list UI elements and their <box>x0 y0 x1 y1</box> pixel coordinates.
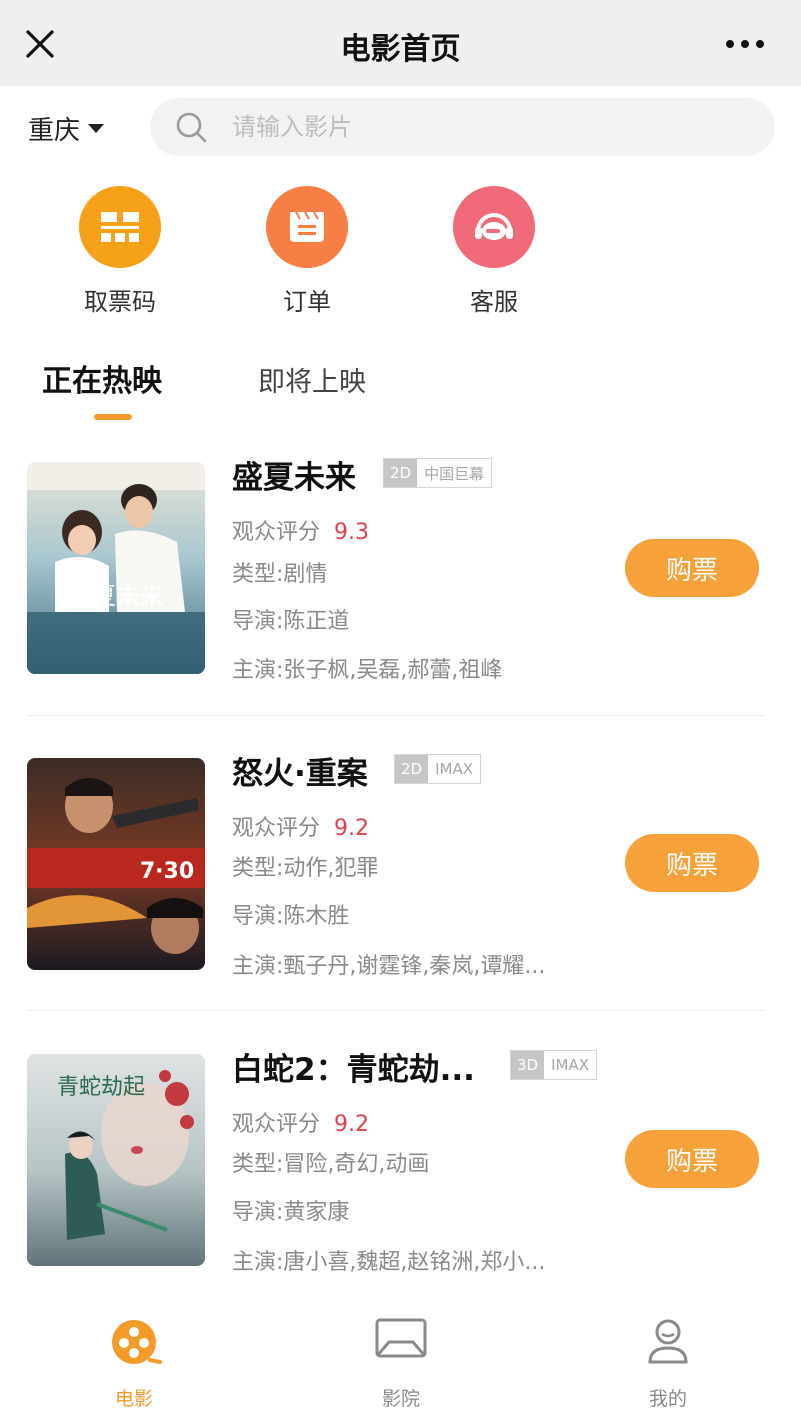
format-tag: IMAX <box>435 760 473 778</box>
city-label: 重庆 <box>28 115 81 146</box>
nav-label-movies: 电影 <box>114 1388 153 1408</box>
more-dots-icon[interactable] <box>725 38 765 50</box>
page-title: 电影首页 <box>340 32 461 67</box>
rating-score: 9.2 <box>334 816 370 841</box>
user-profile-icon <box>648 1319 688 1364</box>
list-divider <box>27 715 765 716</box>
buy-ticket-button[interactable]: 购票 <box>625 834 759 892</box>
buy-ticket-button[interactable]: 购票 <box>625 1130 759 1188</box>
poster-title-text: 青蛇劫起 <box>57 1075 145 1100</box>
dimension-tag: 2D <box>395 755 429 783</box>
format-tag: IMAX <box>551 1056 589 1074</box>
order-label: 订单 <box>283 288 331 316</box>
movie-item[interactable]: 盛夏未来 盛夏未来 2D 中国巨幕 观众评分 9.3 类型:剧情 导演:陈正道 主… <box>0 458 801 722</box>
search-bar[interactable] <box>150 98 775 156</box>
rating-score: 9.2 <box>334 1112 370 1137</box>
genre-text: 类型:冒险,奇幻,动画 <box>232 1152 430 1177</box>
customer-service-icon <box>453 186 535 268</box>
order-entry[interactable]: 订单 <box>247 186 367 317</box>
search-input[interactable] <box>232 113 712 141</box>
bottom-nav: 电影 影院 我的 <box>0 1300 801 1408</box>
nav-label-profile: 我的 <box>648 1388 687 1408</box>
customer-service-label: 客服 <box>470 288 518 316</box>
rating-label: 观众评分 <box>232 520 321 545</box>
movie-item[interactable]: 7·30 怒火·重案 2D IMAX 观众评分 9.2 类型:动作,犯罪 导演:陈… <box>0 754 801 1018</box>
ticket-code-entry[interactable]: 取票码 <box>60 186 180 317</box>
poster-date-text: 7·30 <box>140 859 194 884</box>
poster-title-text: 盛夏未来 <box>68 582 164 610</box>
film-reel-icon <box>112 1320 162 1364</box>
nav-item-cinemas[interactable]: 影院 <box>341 1316 461 1408</box>
rating-row: 观众评分 9.2 <box>232 1106 369 1138</box>
cast-text: 主演:张子枫,吴磊,郝蕾,祖峰 <box>232 658 503 683</box>
ticket-code-label: 取票码 <box>84 288 156 316</box>
cast-text: 主演:唐小喜,魏超,赵铭洲,郑小... <box>232 1250 546 1275</box>
rating-score: 9.3 <box>334 520 370 545</box>
active-tab-indicator <box>94 414 132 420</box>
title-bar: 电影首页 <box>0 0 801 86</box>
nav-item-profile[interactable]: 我的 <box>608 1316 728 1408</box>
dimension-tag: 3D <box>511 1051 545 1079</box>
tab-now-showing[interactable]: 正在热映 <box>42 356 162 400</box>
search-icon <box>176 112 207 143</box>
movie-poster[interactable]: 盛夏未来 <box>27 462 205 674</box>
city-selector[interactable]: 重庆 <box>28 108 105 148</box>
movie-item[interactable]: 青蛇劫起 白蛇2：青蛇劫... 3D IMAX 观众评分 9.2 类型:冒险,奇幻… <box>0 1050 801 1314</box>
rating-row: 观众评分 9.3 <box>232 514 369 546</box>
nav-item-movies[interactable]: 电影 <box>74 1316 194 1408</box>
tab-coming-soon[interactable]: 即将上映 <box>258 360 366 399</box>
movie-title[interactable]: 白蛇2：青蛇劫... <box>232 1044 475 1089</box>
list-divider <box>27 1010 765 1011</box>
nav-label-cinemas: 影院 <box>381 1388 420 1408</box>
director-text: 导演:陈正道 <box>232 609 350 634</box>
order-icon <box>266 186 348 268</box>
rating-row: 观众评分 9.2 <box>232 810 369 842</box>
cast-text: 主演:甄子丹,谢霆锋,秦岚,谭耀... <box>232 954 546 979</box>
buy-ticket-button[interactable]: 购票 <box>625 539 759 597</box>
format-tag: 中国巨幕 <box>424 464 485 483</box>
format-badge: 3D IMAX <box>510 1050 597 1080</box>
genre-text: 类型:动作,犯罪 <box>232 856 379 881</box>
rating-label: 观众评分 <box>232 1112 321 1137</box>
ticket-code-icon <box>79 186 161 268</box>
movie-poster[interactable]: 青蛇劫起 <box>27 1054 205 1266</box>
rating-label: 观众评分 <box>232 816 321 841</box>
movie-title[interactable]: 怒火·重案 <box>232 748 368 793</box>
cinema-screen-icon <box>375 1318 427 1358</box>
director-text: 导演:黄家康 <box>232 1200 350 1225</box>
customer-service-entry[interactable]: 客服 <box>434 186 554 317</box>
movie-poster[interactable]: 7·30 <box>27 758 205 970</box>
caret-down-icon <box>88 123 105 133</box>
movie-title[interactable]: 盛夏未来 <box>232 452 356 497</box>
format-badge: 2D 中国巨幕 <box>383 458 493 488</box>
genre-text: 类型:剧情 <box>232 562 328 587</box>
director-text: 导演:陈木胜 <box>232 904 350 929</box>
dimension-tag: 2D <box>384 459 418 487</box>
format-badge: 2D IMAX <box>394 754 481 784</box>
